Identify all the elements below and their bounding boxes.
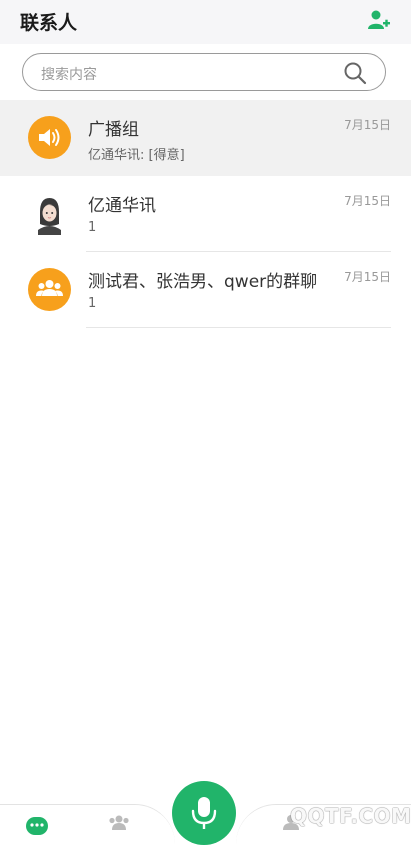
dots-icon bbox=[30, 823, 44, 827]
page-title: 联系人 bbox=[20, 12, 78, 34]
conversation-date: 7月15日 bbox=[344, 270, 391, 284]
conversation-item[interactable]: 广播组 亿通华讯: [得意] 7月15日 bbox=[0, 100, 411, 176]
divider bbox=[86, 327, 391, 328]
conversation-name: 测试君、张浩男、qwer的群聊 bbox=[88, 272, 318, 292]
add-contact-icon[interactable] bbox=[367, 8, 391, 32]
app-header: 联系人 bbox=[0, 0, 411, 44]
avatar bbox=[28, 268, 71, 311]
conversation-item[interactable]: 测试君、张浩男、qwer的群聊 1 7月15日 bbox=[0, 252, 411, 328]
search-bar[interactable]: 搜索内容 bbox=[22, 53, 386, 91]
conversation-list: 广播组 亿通华讯: [得意] 7月15日 亿通华讯 1 7月15日 测试君、张浩… bbox=[0, 100, 411, 328]
group-tab-icon[interactable] bbox=[107, 814, 131, 830]
conversation-name: 广播组 bbox=[88, 120, 139, 140]
conversation-preview: 1 bbox=[88, 220, 97, 235]
conversation-item[interactable]: 亿通华讯 1 7月15日 bbox=[0, 176, 411, 252]
group-icon bbox=[36, 280, 63, 296]
conversation-name: 亿通华讯 bbox=[88, 196, 156, 216]
avatar bbox=[28, 116, 71, 159]
conversation-date: 7月15日 bbox=[344, 194, 391, 208]
avatar bbox=[28, 192, 71, 235]
conversation-preview: 1 bbox=[88, 296, 97, 311]
chat-icon[interactable] bbox=[26, 817, 48, 835]
mic-button[interactable] bbox=[172, 781, 236, 845]
user-avatar-icon bbox=[28, 192, 71, 235]
search-input[interactable]: 搜索内容 bbox=[41, 64, 97, 84]
watermark: QQTF.COM bbox=[290, 804, 411, 828]
search-icon[interactable] bbox=[343, 61, 367, 85]
conversation-preview: 亿通华讯: [得意] bbox=[88, 148, 185, 163]
conversation-date: 7月15日 bbox=[344, 118, 391, 132]
mic-icon bbox=[191, 797, 217, 829]
speaker-icon bbox=[39, 129, 60, 146]
